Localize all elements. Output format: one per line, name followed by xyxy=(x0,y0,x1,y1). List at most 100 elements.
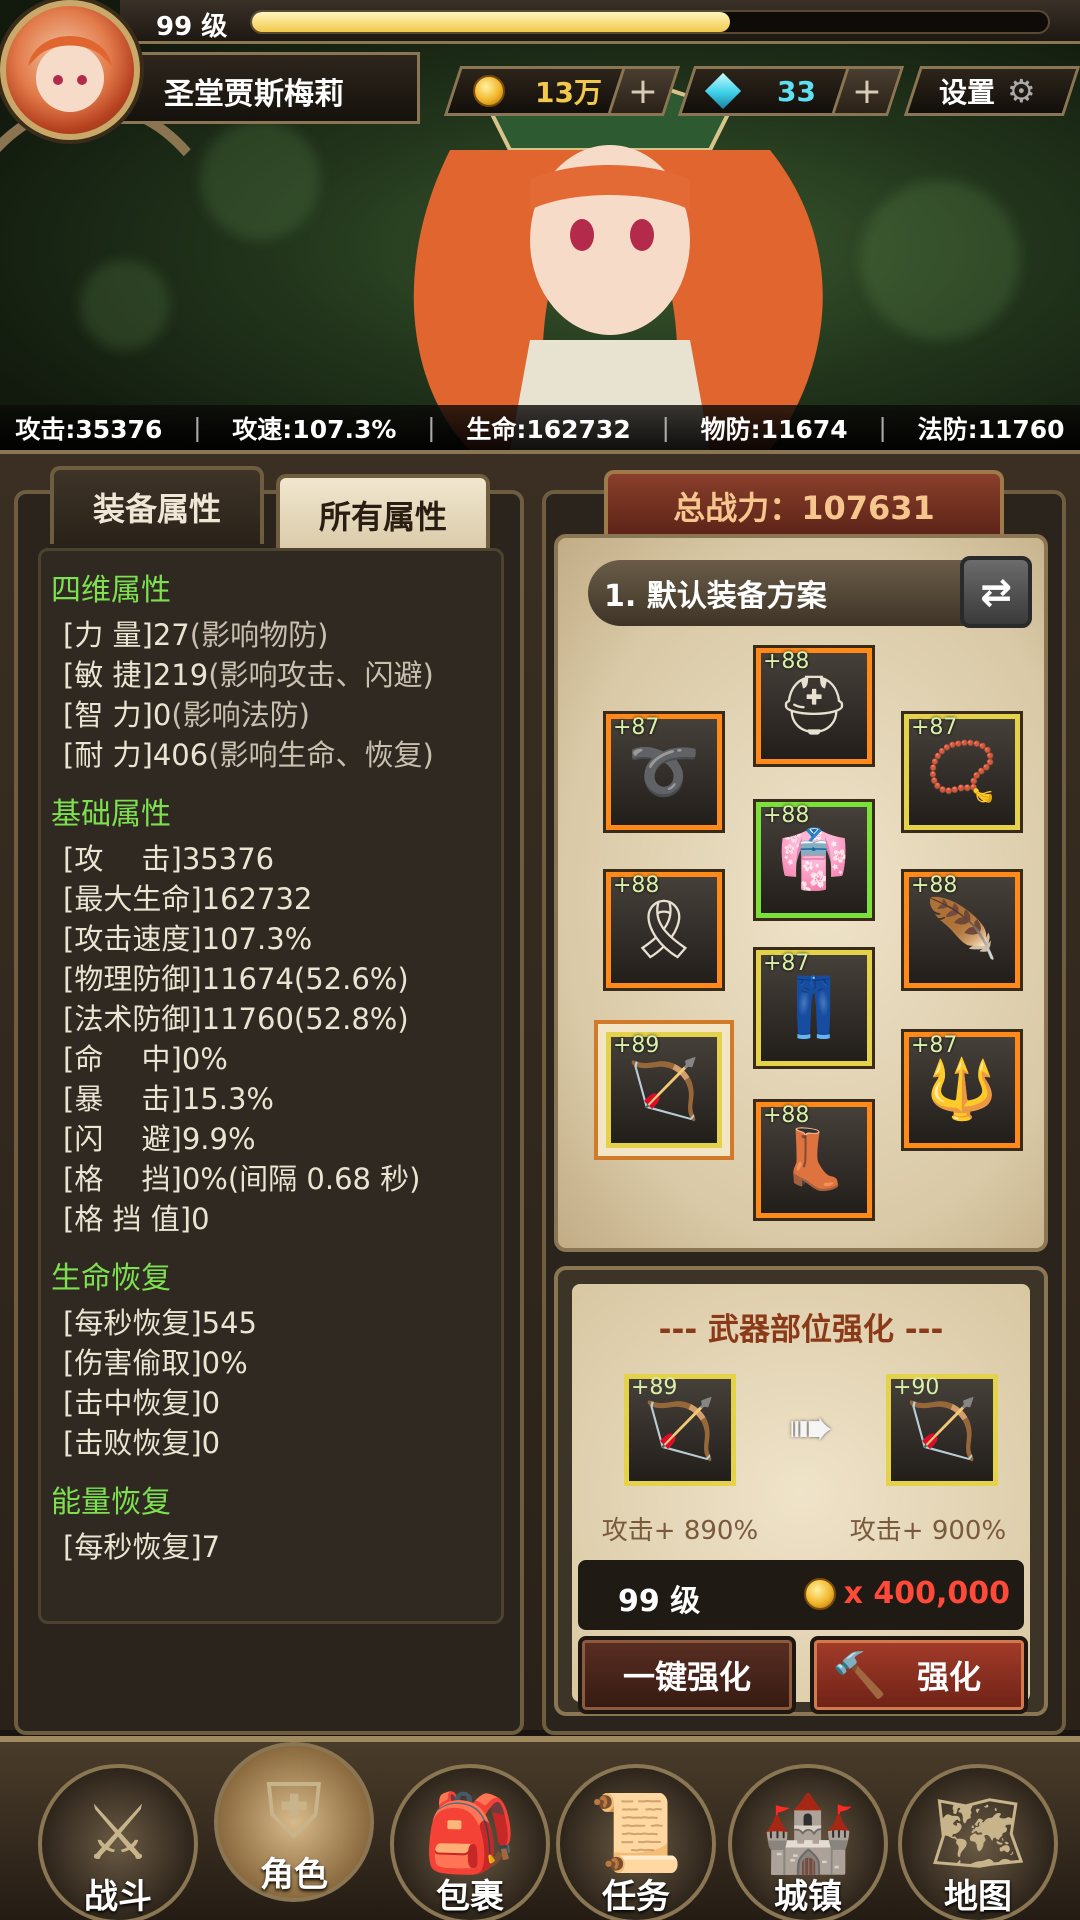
equip-slot-boots[interactable]: +88 👢 xyxy=(756,1102,872,1218)
attribute-section: 能量恢复 [每秒恢复]7 xyxy=(51,1477,501,1567)
attribute-row: [格 挡]0%(间隔 0.68 秒) xyxy=(51,1159,501,1199)
attribute-value: 0 xyxy=(191,1202,210,1236)
attribute-value: 107.3% xyxy=(201,922,313,956)
attribute-label: [攻击速度] xyxy=(63,922,202,956)
attribute-row: [力 量]27(影响物防) xyxy=(51,615,501,655)
hammer-icon: 🔨 xyxy=(832,1650,887,1701)
next-weapon-slot[interactable]: +90 🏹 xyxy=(886,1374,998,1486)
nav-item-map[interactable]: 🗺 地图 xyxy=(898,1764,1058,1920)
attribute-label: [力 量] xyxy=(63,618,153,652)
attribute-label: [最大生命] xyxy=(63,882,202,916)
swap-loadout-button[interactable]: ⇄ xyxy=(960,556,1032,628)
attribute-note: (影响生命、恢复) xyxy=(208,738,434,772)
stat-phys-def: 物防:11674 xyxy=(700,414,848,444)
current-weapon-slot[interactable]: +89 🏹 xyxy=(624,1374,736,1486)
attribute-section: 四维属性 [力 量]27(影响物防) [敏 捷]219(影响攻击、闪避) [智 力]0… xyxy=(51,565,501,775)
plus-icon: + xyxy=(628,70,659,112)
equip-slot-helmet[interactable]: +88 ⛑ xyxy=(756,648,872,764)
attribute-value: 35376 xyxy=(181,842,275,876)
attribute-value: 0 xyxy=(152,698,172,732)
tab-equip-attributes[interactable]: 装备属性 xyxy=(50,466,264,544)
equip-slot-belt[interactable]: +88 🎗 xyxy=(606,872,722,988)
attribute-value: 7 xyxy=(201,1530,221,1564)
gem-amount: 33 xyxy=(777,74,816,108)
player-name: 圣堂贾斯梅莉 xyxy=(164,77,344,112)
attribute-row: [最大生命]162732 xyxy=(51,879,501,919)
upgrade-button[interactable]: 🔨 强化 xyxy=(810,1636,1028,1714)
shoulder-icon: 🪶 xyxy=(925,895,999,963)
upgrade-cost-bar: 99 级 x 400,000 xyxy=(578,1560,1024,1630)
vine-decoration xyxy=(0,100,240,450)
nav-label: 任务 xyxy=(602,1877,670,1917)
equip-slot-ring[interactable]: +87 ➰ xyxy=(606,714,722,830)
attribute-label: [击中恢复] xyxy=(63,1386,202,1420)
nav-item-scroll[interactable]: 📜 任务 xyxy=(556,1764,716,1920)
stats-summary-bar: 攻击:35376 | 攻速:107.3% | 生命:162732 | 物防:11… xyxy=(0,405,1080,450)
tower-icon: 🏰 xyxy=(760,1788,856,1877)
scroll-icon: 📜 xyxy=(588,1788,684,1877)
loadout-selector[interactable]: 1. 默认装备方案 ⇄ xyxy=(588,556,1032,628)
nav-item-battle[interactable]: ⚔ 战斗 xyxy=(38,1764,198,1920)
nav-item-bag[interactable]: 🎒 包裹 xyxy=(390,1764,550,1920)
map-icon: 🗺 xyxy=(929,1788,1027,1877)
attribute-note: (影响物防) xyxy=(189,618,329,652)
current-bonus: 攻击+ 890% xyxy=(601,1516,759,1546)
equip-slot-necklace[interactable]: +87 📿 xyxy=(904,714,1020,830)
tab-all-attributes[interactable]: 所有属性 xyxy=(276,474,490,552)
attribute-value: 0% xyxy=(201,1346,248,1380)
attribute-row: [敏 捷]219(影响攻击、闪避) xyxy=(51,655,501,695)
xp-bar xyxy=(250,10,1050,34)
attribute-row: [攻击速度]107.3% xyxy=(51,919,501,959)
attribute-value: 162732 xyxy=(201,882,313,916)
attribute-row: [命 中]0% xyxy=(51,1039,501,1079)
nav-label: 角色 xyxy=(260,1855,328,1895)
attribute-value: 11760(52.8%) xyxy=(201,1002,409,1036)
player-avatar[interactable] xyxy=(0,0,140,140)
separator: | xyxy=(878,413,887,442)
attribute-list[interactable]: 四维属性 [力 量]27(影响物防) [敏 捷]219(影响攻击、闪避) [智 力]0… xyxy=(38,548,504,1624)
attribute-label: [每秒恢复] xyxy=(63,1530,202,1564)
gold-display: 13万 + xyxy=(443,66,681,116)
bow-icon: 🏹 xyxy=(643,1395,717,1463)
stat-attack: 攻击:35376 xyxy=(15,414,163,444)
attribute-label: [每秒恢复] xyxy=(63,1306,202,1340)
equip-slot-armor[interactable]: +88 👘 xyxy=(756,802,872,918)
one-click-upgrade-button[interactable]: 一键强化 xyxy=(578,1636,796,1714)
helmet-icon: ⛨ xyxy=(265,1766,323,1855)
section-title: 四维属性 xyxy=(51,573,171,608)
attribute-label: [智 力] xyxy=(63,698,153,732)
helmet-icon: ⛑ xyxy=(777,671,851,739)
attribute-value: 545 xyxy=(201,1306,257,1340)
attribute-label: [耐 力] xyxy=(63,738,153,772)
attribute-row: [物理防御]11674(52.6%) xyxy=(51,959,501,999)
attribute-row: [每秒恢复]545 xyxy=(51,1303,501,1343)
arrow-right-icon: ➠ xyxy=(788,1395,834,1459)
equip-slot-shoulder[interactable]: +88 🪶 xyxy=(904,872,1020,988)
attribute-value: 219 xyxy=(152,658,209,692)
nav-item-tower[interactable]: 🏰 城镇 xyxy=(728,1764,888,1920)
attribute-row: [格 挡 值]0 xyxy=(51,1199,501,1239)
bow-icon: 🏹 xyxy=(905,1395,979,1463)
attribute-row: [击败恢复]0 xyxy=(51,1423,501,1463)
attribute-note: (影响攻击、闪避) xyxy=(208,658,434,692)
equip-slot-pants[interactable]: +87 👖 xyxy=(756,950,872,1066)
equip-slot-amulet[interactable]: +87 🔱 xyxy=(904,1032,1020,1148)
attribute-label: [伤害偷取] xyxy=(63,1346,202,1380)
attribute-label: [敏 捷] xyxy=(63,658,153,692)
attribute-label: [格 挡] xyxy=(63,1162,182,1196)
nav-item-helmet[interactable]: ⛨ 角色 xyxy=(214,1742,374,1902)
name-plate: 圣堂贾斯梅莉 xyxy=(120,52,420,124)
gold-coin-icon xyxy=(473,75,505,107)
settings-button[interactable]: 设置 ⚙ xyxy=(903,66,1080,116)
attribute-row: [暴 击]15.3% xyxy=(51,1079,501,1119)
amulet-icon: 🔱 xyxy=(925,1055,999,1123)
boots-icon: 👢 xyxy=(777,1125,851,1193)
equip-slot-weapon[interactable]: +89 🏹 xyxy=(606,1032,722,1148)
stat-hp: 生命:162732 xyxy=(466,414,631,444)
attribute-row: [攻 击]35376 xyxy=(51,839,501,879)
armor-icon: 👘 xyxy=(777,825,851,893)
stat-magic-def: 法防:11760 xyxy=(917,414,1065,444)
battle-icon: ⚔ xyxy=(83,1788,153,1877)
gold-coin-icon xyxy=(803,1577,836,1610)
plus-icon: + xyxy=(852,70,883,112)
